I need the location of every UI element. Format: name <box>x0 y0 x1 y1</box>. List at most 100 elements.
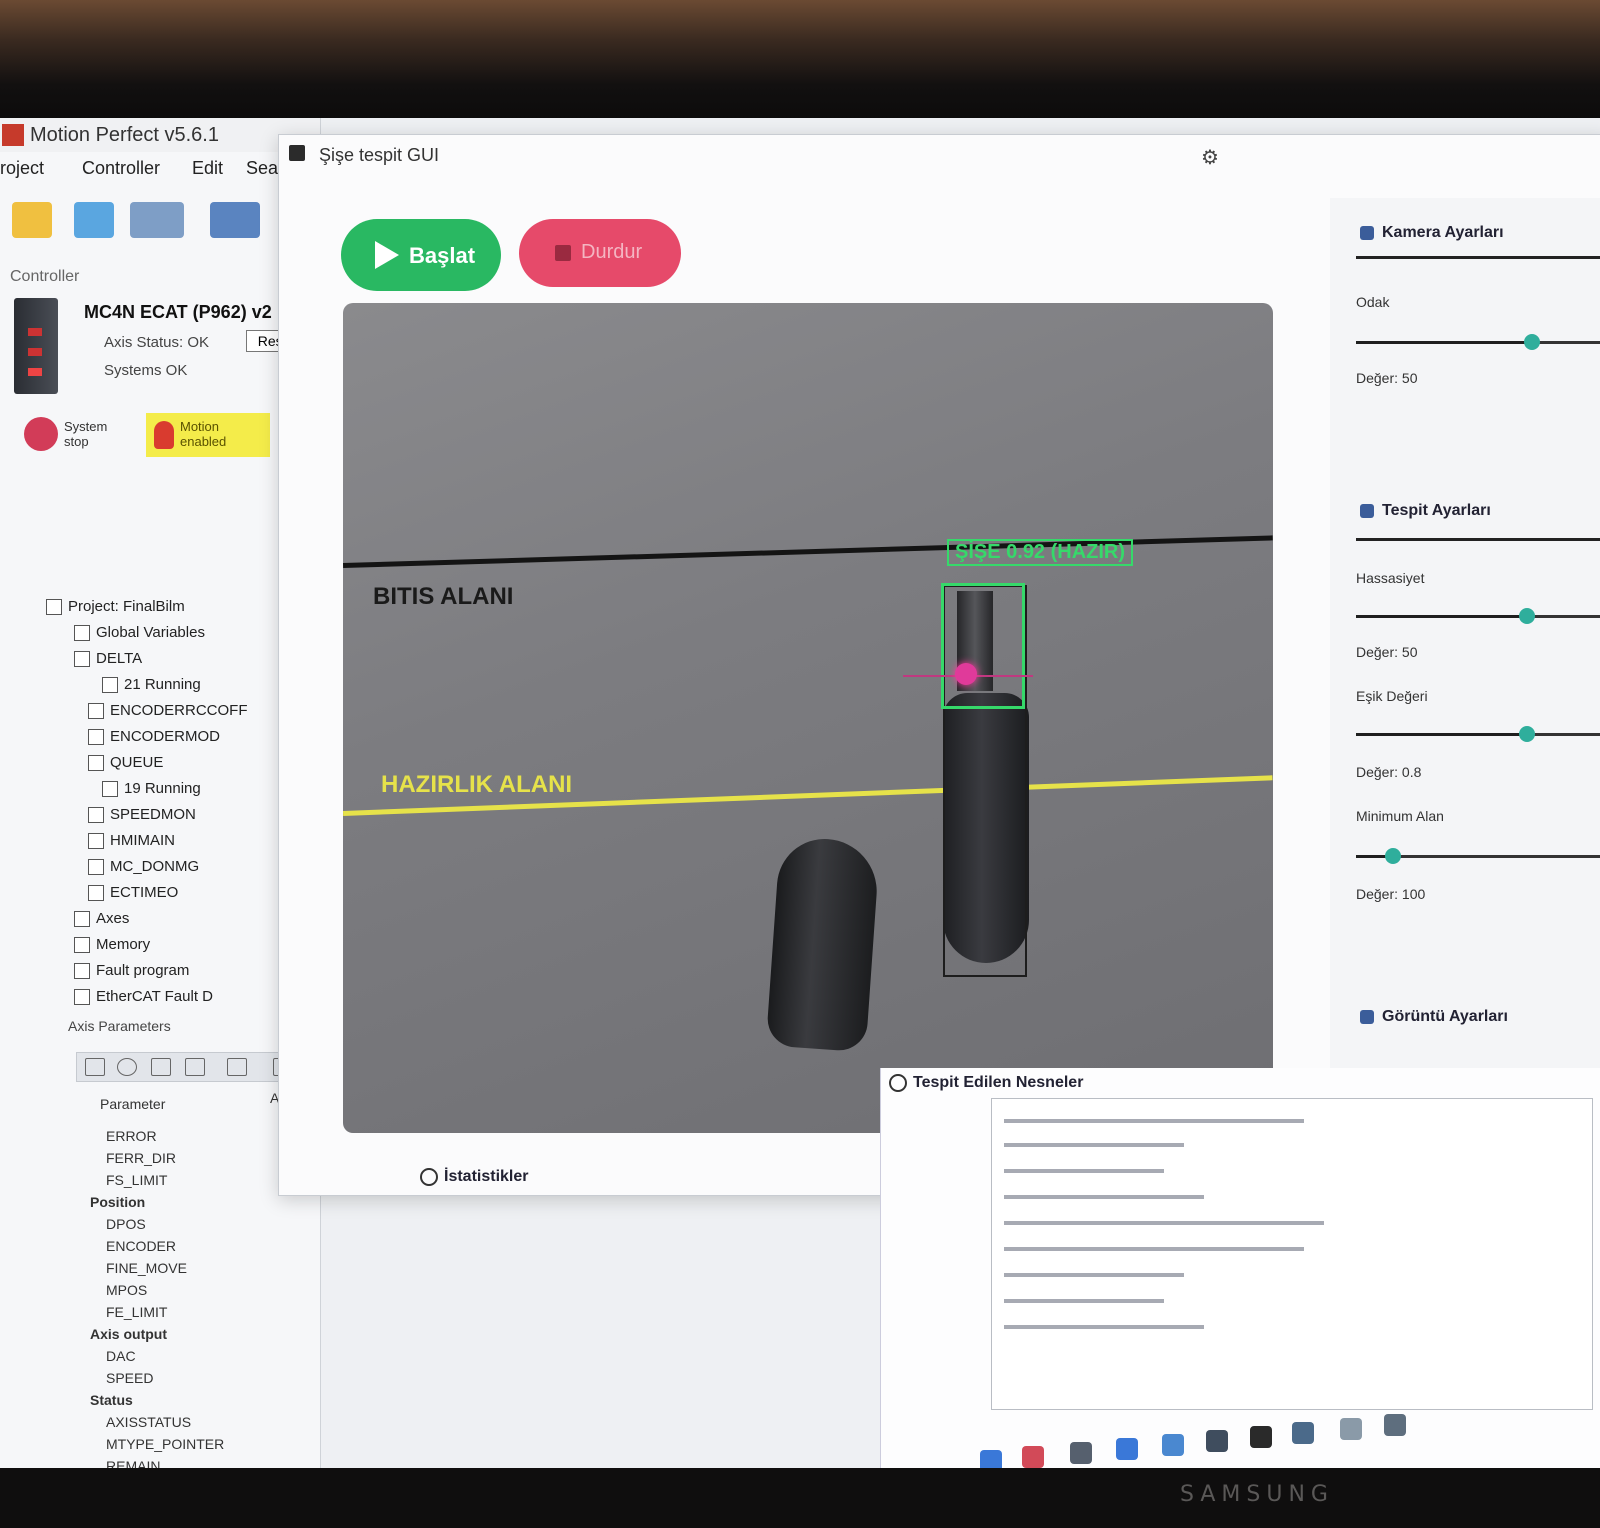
motion-perfect-logo-icon <box>2 124 24 146</box>
tree-item-label: 21 Running <box>124 676 201 693</box>
tree-item[interactable]: ECTIMEO <box>88 884 178 906</box>
monitor-bezel-top <box>0 0 1600 120</box>
tree-item[interactable]: HMIMAIN <box>88 832 175 854</box>
file-icon <box>102 677 118 694</box>
taskbar-app-icon[interactable] <box>1022 1446 1044 1468</box>
camera-feed: BITIS ALANI HAZIRLIK ALANI ŞİŞE 0.92 (HA… <box>343 303 1273 1133</box>
taskbar-app-icon[interactable] <box>1070 1442 1092 1464</box>
disconnect-icon[interactable] <box>210 202 260 238</box>
slider-knob[interactable] <box>1523 334 1540 350</box>
tree-item[interactable]: MC_DONMG <box>88 858 199 880</box>
controller-info: MC4N ECAT (P962) v2 Axis Status: OK Syst… <box>14 298 314 398</box>
taskbar-app-icon[interactable] <box>1340 1418 1362 1440</box>
filter-icon[interactable] <box>151 1058 171 1076</box>
file-icon <box>88 755 104 772</box>
parameter-row[interactable]: FERR_DIR <box>106 1150 176 1166</box>
tree-item[interactable]: ENCODERMOD <box>88 728 220 750</box>
parameter-group[interactable]: Axis output <box>90 1326 167 1342</box>
taskbar-app-icon[interactable] <box>1250 1426 1272 1448</box>
parameter-row[interactable]: FINE_MOVE <box>106 1260 187 1276</box>
threshold-slider[interactable] <box>1356 724 1600 744</box>
parameter-row[interactable]: DPOS <box>106 1216 146 1232</box>
stop-square-icon <box>555 245 571 261</box>
taskbar-app-icon[interactable] <box>1292 1422 1314 1444</box>
slider-knob[interactable] <box>1518 608 1535 624</box>
tree-item-label: Project: FinalBilm <box>68 598 185 615</box>
quick-controls: System stop Motion enabled <box>20 413 320 459</box>
zoom-slider[interactable] <box>1356 332 1600 352</box>
parameter-row[interactable]: AXISSTATUS <box>106 1414 191 1430</box>
ready-zone-label: HAZIRLIK ALANI <box>381 771 573 798</box>
menu-controller[interactable]: Controller <box>82 158 160 179</box>
min-area-slider[interactable] <box>1356 846 1600 866</box>
tree-item-label: Fault program <box>96 962 190 979</box>
motion-enabled-label: Motion enabled <box>180 419 227 449</box>
screen: Motion Perfect v5.6.1 roject Controller … <box>0 118 1600 1478</box>
taskbar-app-icon[interactable] <box>1384 1414 1406 1436</box>
tree-item[interactable]: EtherCAT Fault D <box>74 988 213 1010</box>
system-stop-button[interactable]: System stop <box>20 413 130 457</box>
tree-item[interactable]: 21 Running <box>102 676 201 698</box>
taskbar-app-icon[interactable] <box>1206 1430 1228 1452</box>
menu-search[interactable]: Sea <box>246 158 278 179</box>
display-settings-title: Görüntü Ayarları <box>1360 1008 1508 1026</box>
tree-item[interactable]: Fault program <box>74 962 189 984</box>
log-line <box>1004 1273 1184 1277</box>
parameter-row[interactable]: ENCODER <box>106 1238 176 1254</box>
start-button[interactable]: Başlat <box>341 219 501 291</box>
tree-item-label: ENCODERMOD <box>110 728 221 745</box>
motion-enabled-button[interactable]: Motion enabled <box>146 413 270 457</box>
tree-item[interactable]: Axes <box>74 910 129 932</box>
parameter-row[interactable]: DAC <box>106 1348 136 1364</box>
parameter-group[interactable]: Status <box>90 1392 133 1408</box>
confidence-slider[interactable] <box>1356 606 1600 626</box>
camera-settings-rule <box>1356 256 1600 259</box>
file-icon <box>74 963 90 980</box>
monitor-brand: SAMSUNG <box>1180 1482 1334 1507</box>
stop-button[interactable]: Durdur <box>519 219 681 287</box>
parameter-group[interactable]: Position <box>90 1194 145 1210</box>
menu-project[interactable]: roject <box>0 158 44 179</box>
open-folder-icon[interactable] <box>12 202 52 238</box>
file-icon <box>88 703 104 720</box>
tree-item[interactable]: SPEEDMON <box>88 806 196 828</box>
parameter-row[interactable]: SPEED <box>106 1370 153 1386</box>
tree-item-label: Global Variables <box>96 624 205 641</box>
save-icon[interactable] <box>74 202 114 238</box>
tree-item[interactable]: QUEUE <box>88 754 163 776</box>
taskbar-app-icon[interactable] <box>1116 1438 1138 1460</box>
camera-icon <box>1360 225 1374 240</box>
grid-icon[interactable] <box>227 1058 247 1076</box>
axis-column-parameter: Parameter <box>100 1096 166 1112</box>
tree-item[interactable]: 19 Running <box>102 780 201 802</box>
file-icon <box>46 599 62 616</box>
tree-item-label: Memory <box>96 936 151 953</box>
gear-icon[interactable]: ⚙ <box>1201 145 1219 170</box>
parameter-row[interactable]: ERROR <box>106 1128 157 1144</box>
parameter-row[interactable]: MTYPE_POINTER <box>106 1436 224 1452</box>
parameter-row[interactable]: FS_LIMIT <box>106 1172 167 1188</box>
log-line <box>1004 1247 1304 1251</box>
connect-icon[interactable] <box>130 202 184 238</box>
tree-item[interactable]: ENCODERRCCOFF <box>88 702 248 724</box>
start-label: Başlat <box>409 243 476 268</box>
log-line <box>1004 1325 1204 1329</box>
motion-perfect-title: Motion Perfect v5.6.1 <box>30 124 219 146</box>
tree-item[interactable]: Project: FinalBilm <box>46 598 185 620</box>
sync-icon[interactable] <box>185 1058 205 1076</box>
tree-item[interactable]: Global Variables <box>74 624 205 646</box>
refresh-icon[interactable] <box>117 1058 137 1076</box>
slider-knob[interactable] <box>1384 848 1401 864</box>
menu-edit[interactable]: Edit <box>192 158 223 179</box>
taskbar-app-icon[interactable] <box>1162 1434 1184 1456</box>
tree-item[interactable]: DELTA <box>74 650 142 672</box>
slider-knob[interactable] <box>1518 726 1535 742</box>
parameter-row[interactable]: MPOS <box>106 1282 147 1298</box>
motion-perfect-toolbar <box>0 192 320 250</box>
axis-tool-icon[interactable] <box>85 1058 105 1076</box>
tree-item-label: 19 Running <box>124 780 201 797</box>
parameter-row[interactable]: FE_LIMIT <box>106 1304 167 1320</box>
detected-objects-log[interactable] <box>991 1098 1593 1410</box>
tree-item[interactable]: Memory <box>74 936 150 958</box>
file-icon <box>74 625 90 642</box>
